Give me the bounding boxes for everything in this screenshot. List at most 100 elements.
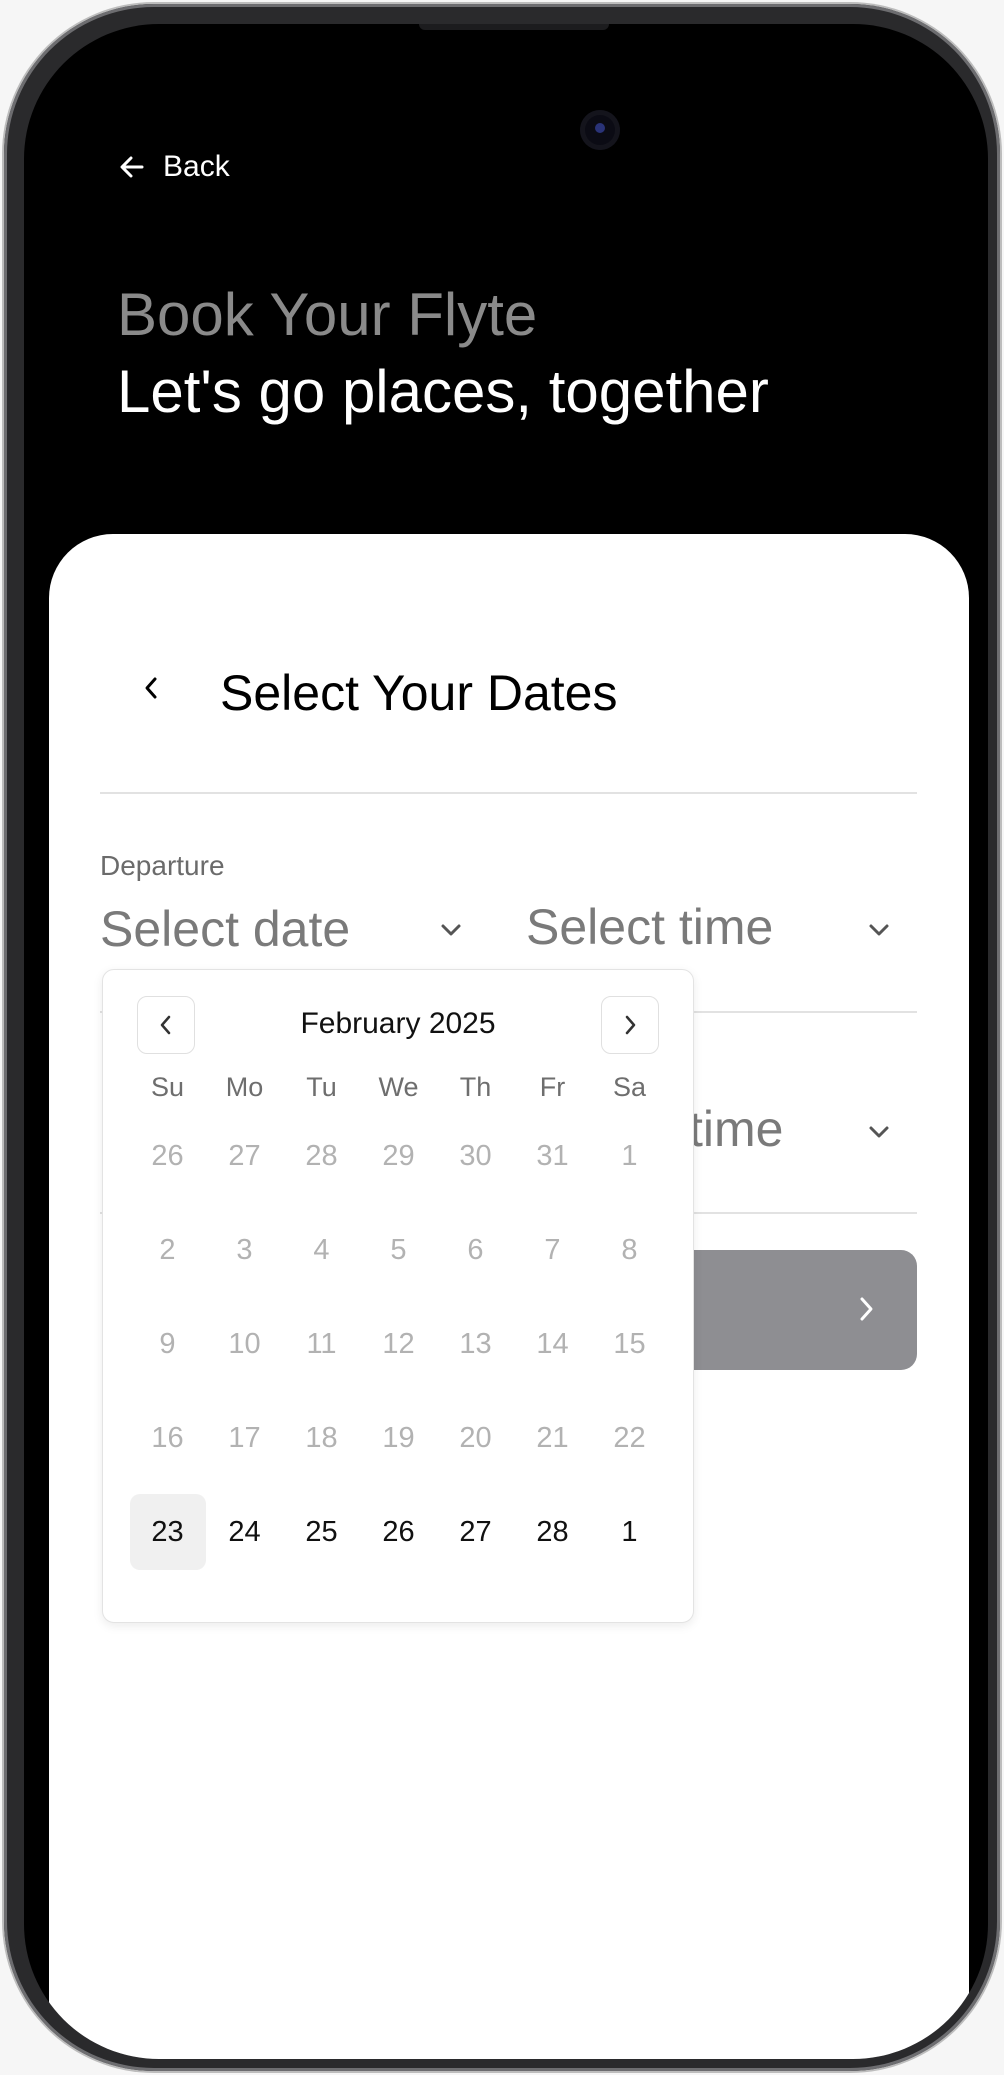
calendar-day-number: 28 <box>305 1139 338 1172</box>
calendar-day-number: 12 <box>382 1327 415 1360</box>
weekday-label: We <box>378 1071 419 1102</box>
weekday-label: Mo <box>225 1071 264 1102</box>
front-camera <box>580 110 620 150</box>
calendar-day[interactable]: 27 <box>437 1485 514 1579</box>
calendar-day-number: 4 <box>313 1233 330 1266</box>
next-month-button[interactable] <box>601 996 659 1054</box>
arrow-left-icon <box>120 156 144 178</box>
calendar-day[interactable]: 25 <box>283 1485 360 1579</box>
card-back-button[interactable] <box>131 668 171 708</box>
calendar-day-number: 11 <box>306 1327 337 1360</box>
calendar-day[interactable]: 1 <box>591 1485 668 1579</box>
calendar-day-number: 13 <box>459 1327 492 1360</box>
calendar-weeks: 26 27 28 29 30 31 1 2 3 4 5 6 7 8 9 10 11 12 13 14 15 16 17 18 1… <box>129 1109 668 1579</box>
page-title: Book Your Flyte <box>117 281 538 348</box>
calendar-day-number: 7 <box>544 1233 561 1266</box>
calendar-day: 1 <box>591 1109 668 1203</box>
calendar-day: 5 <box>360 1203 437 1297</box>
chevron-right-icon <box>625 1015 636 1035</box>
calendar-day-number: 19 <box>382 1421 415 1454</box>
calendar-day: 2 <box>129 1203 206 1297</box>
calendar-day-number: 29 <box>382 1139 415 1172</box>
calendar-day-number: 28 <box>536 1515 569 1548</box>
calendar-day-number: 22 <box>613 1421 646 1454</box>
calendar-day-number: 27 <box>459 1515 492 1548</box>
departure-date-select[interactable]: Select date <box>100 900 350 958</box>
calendar-day-number: 21 <box>536 1421 569 1454</box>
back-button[interactable]: Back <box>119 150 230 184</box>
calendar-day: 16 <box>129 1391 206 1485</box>
calendar-day: 11 <box>283 1297 360 1391</box>
calendar-day-number: 3 <box>236 1233 253 1266</box>
calendar-day[interactable]: 24 <box>206 1485 283 1579</box>
calendar-day-number: 24 <box>228 1515 261 1548</box>
back-button-label: Back <box>163 150 230 183</box>
chevron-down-icon <box>869 924 889 936</box>
calendar-day-number: 30 <box>459 1139 492 1172</box>
calendar-day-number: 20 <box>459 1421 492 1454</box>
calendar-day-number: 2 <box>159 1233 176 1266</box>
calendar-day: 31 <box>514 1109 591 1203</box>
calendar-day-number: 6 <box>467 1233 484 1266</box>
calendar-day: 6 <box>437 1203 514 1297</box>
calendar-day: 26 <box>129 1109 206 1203</box>
chevron-down-icon <box>441 924 461 936</box>
calendar-day-number: 10 <box>228 1327 261 1360</box>
calendar-day: 4 <box>283 1203 360 1297</box>
weekday-label: Sa <box>612 1071 647 1102</box>
chevron-right-icon <box>860 1297 873 1321</box>
weekday-header-row: Su Mo Tu We Th Fr Sa <box>129 1065 668 1109</box>
departure-label: Departure <box>100 850 225 881</box>
calendar-day-number: 15 <box>613 1327 646 1360</box>
phone-frame: Back Book Your Flyte Let's go places, to… <box>4 4 1000 2071</box>
calendar-week-row: 2 3 4 5 6 7 8 <box>129 1203 668 1297</box>
calendar-day: 18 <box>283 1391 360 1485</box>
departure-time-select[interactable]: Select time <box>526 898 773 956</box>
calendar-day-number: 8 <box>621 1233 638 1266</box>
calendar-day[interactable]: 28 <box>514 1485 591 1579</box>
calendar-day: 29 <box>360 1109 437 1203</box>
app-screen: Back Book Your Flyte Let's go places, to… <box>24 24 988 2059</box>
chevron-down-icon <box>869 1126 889 1138</box>
weekday-label: Fr <box>539 1071 566 1102</box>
calendar-day-number: 23 <box>129 1494 206 1570</box>
calendar-day: 22 <box>591 1391 668 1485</box>
calendar-day: 9 <box>129 1297 206 1391</box>
calendar-day-today[interactable]: 23 <box>129 1485 206 1579</box>
calendar-day: 13 <box>437 1297 514 1391</box>
calendar-day-number: 31 <box>536 1139 569 1172</box>
calendar-week-row: 23 24 25 26 27 28 1 <box>129 1485 668 1579</box>
calendar-day: 17 <box>206 1391 283 1485</box>
calendar-day: 8 <box>591 1203 668 1297</box>
calendar-grid: Su Mo Tu We Th Fr Sa 26 27 28 29 30 31 1 2 3 4 5 6 7… <box>129 1065 668 1579</box>
calendar-day: 21 <box>514 1391 591 1485</box>
chevron-left-icon <box>145 677 157 699</box>
calendar-day: 30 <box>437 1109 514 1203</box>
calendar-day-number: 17 <box>228 1421 261 1454</box>
calendar-day-number: 26 <box>382 1515 415 1548</box>
calendar-day-number: 26 <box>151 1139 184 1172</box>
weekday-label: Su <box>150 1071 185 1102</box>
calendar-day-number: 25 <box>305 1515 338 1548</box>
card-title: Select Your Dates <box>220 665 618 721</box>
calendar-day: 27 <box>206 1109 283 1203</box>
calendar-day-number: 9 <box>159 1327 176 1360</box>
date-picker-popover: February 2025 Su Mo Tu We Th Fr Sa 26 27… <box>102 969 694 1623</box>
calendar-day: 19 <box>360 1391 437 1485</box>
calendar-day[interactable]: 26 <box>360 1485 437 1579</box>
return-time-select[interactable]: time <box>689 1100 783 1158</box>
calendar-day: 3 <box>206 1203 283 1297</box>
title-divider <box>100 792 917 794</box>
calendar-day: 10 <box>206 1297 283 1391</box>
weekday-label: Th <box>459 1071 492 1102</box>
speaker-grille <box>419 24 609 30</box>
calendar-day-number: 5 <box>390 1233 407 1266</box>
weekday-label: Tu <box>306 1071 337 1102</box>
calendar-day: 28 <box>283 1109 360 1203</box>
calendar-day-number: 1 <box>621 1515 638 1548</box>
calendar-day-number: 14 <box>536 1327 569 1360</box>
page-subtitle: Let's go places, together <box>117 358 769 425</box>
calendar-week-row: 9 10 11 12 13 14 15 <box>129 1297 668 1391</box>
calendar-day-number: 1 <box>621 1139 638 1172</box>
calendar-day-number: 18 <box>305 1421 338 1454</box>
